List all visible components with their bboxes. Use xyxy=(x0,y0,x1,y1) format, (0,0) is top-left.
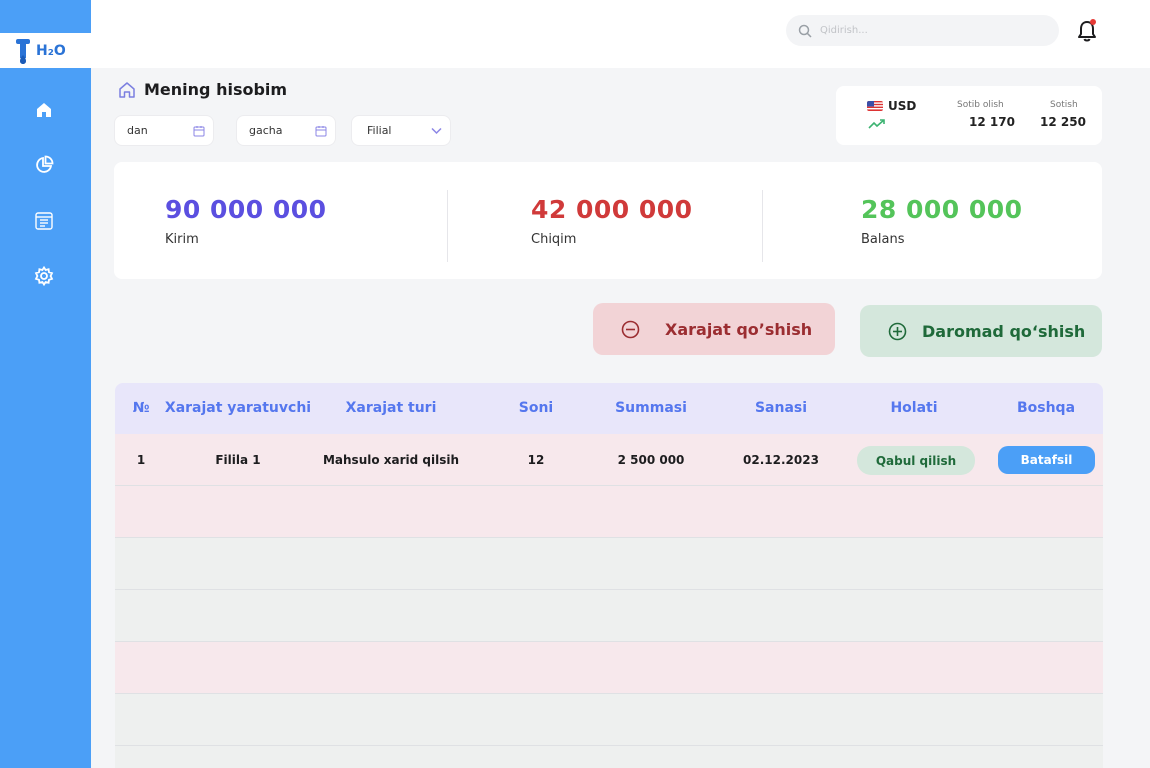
add-income-button[interactable]: Daromad qo‘shish xyxy=(860,305,1102,357)
column-header[interactable]: Xarajat yaratuvchi xyxy=(165,400,311,416)
row-creator: Filila 1 xyxy=(215,453,261,467)
currency-rate-card: USD Sotib olish 12 170 Sotish 12 250 xyxy=(836,86,1102,145)
table-row-empty xyxy=(115,694,1103,746)
divider xyxy=(447,190,448,262)
page-title-text: Mening hisobim xyxy=(144,80,288,99)
sidebar: H₂O xyxy=(0,0,91,768)
income-label: Kirim xyxy=(165,232,199,247)
expense-label: Chiqim xyxy=(531,232,577,247)
buy-rate-label: Sotib olish xyxy=(957,100,1004,110)
expenses-table: № Xarajat yaratuvchi Xarajat turi Soni S… xyxy=(115,383,1103,768)
column-header[interactable]: Summasi xyxy=(615,400,687,416)
row-date: 02.12.2023 xyxy=(743,453,819,467)
search-box[interactable] xyxy=(786,15,1059,46)
plus-circle-icon xyxy=(888,322,907,340)
column-header[interactable]: Boshqa xyxy=(1017,400,1075,416)
column-header[interactable]: Soni xyxy=(519,400,553,416)
search-icon xyxy=(798,24,812,38)
settings-icon[interactable] xyxy=(33,265,55,287)
home-icon[interactable] xyxy=(33,99,55,121)
status-badge[interactable]: Qabul qilish xyxy=(857,446,975,475)
trend-up-icon xyxy=(868,119,885,129)
minus-circle-icon xyxy=(621,320,640,338)
table-row[interactable]: 1 Filila 1 Mahsulo xarid qilsih 12 2 500… xyxy=(115,434,1103,486)
row-type: Mahsulo xarid qilsih xyxy=(322,453,460,467)
search-input[interactable] xyxy=(820,25,1040,36)
income-value: 90 000 000 xyxy=(165,195,327,224)
calendar-icon xyxy=(193,126,205,137)
branch-select[interactable]: Filial xyxy=(351,115,451,146)
details-button[interactable]: Batafsil xyxy=(998,446,1095,474)
table-row-empty xyxy=(115,590,1103,642)
sell-rate-label: Sotish xyxy=(1050,100,1078,110)
date-from-label: dan xyxy=(127,124,148,137)
add-expense-button[interactable]: Xarajat qo’shish xyxy=(593,303,835,355)
date-to-picker[interactable]: gacha xyxy=(236,115,336,146)
table-row-empty xyxy=(115,486,1103,538)
report-icon[interactable] xyxy=(33,210,55,232)
sell-rate-value: 12 250 xyxy=(1040,115,1086,129)
table-row-empty xyxy=(115,746,1103,768)
row-count: 12 xyxy=(527,453,545,467)
table-row-empty xyxy=(115,538,1103,590)
expense-value: 42 000 000 xyxy=(531,195,693,224)
add-income-label: Daromad qo‘shish xyxy=(922,321,1086,341)
bell-icon[interactable] xyxy=(1074,18,1100,44)
row-number: 1 xyxy=(136,453,146,467)
pie-chart-icon[interactable] xyxy=(33,154,55,176)
home-outline-icon xyxy=(119,81,135,98)
top-bar xyxy=(91,0,1150,68)
calendar-icon xyxy=(315,126,327,137)
water-drop-logo-icon xyxy=(16,38,30,64)
column-header[interactable]: Sanasi xyxy=(755,400,807,416)
column-header[interactable]: № xyxy=(133,400,150,416)
logo-text: H₂O xyxy=(36,42,66,59)
add-expense-label: Xarajat qo’shish xyxy=(665,319,813,339)
row-amount: 2 500 000 xyxy=(617,453,685,467)
column-header[interactable]: Holati xyxy=(890,400,937,416)
table-header: № Xarajat yaratuvchi Xarajat turi Soni S… xyxy=(115,383,1103,434)
column-header[interactable]: Xarajat turi xyxy=(346,400,437,416)
branch-select-label: Filial xyxy=(367,124,392,137)
page-title: Mening hisobim xyxy=(118,80,287,99)
date-to-label: gacha xyxy=(249,124,283,137)
currency-code: USD xyxy=(888,99,917,113)
divider xyxy=(762,190,763,262)
buy-rate-value: 12 170 xyxy=(969,115,1015,129)
balance-label: Balans xyxy=(861,232,905,247)
date-from-picker[interactable]: dan xyxy=(114,115,214,146)
chevron-down-icon xyxy=(431,127,442,135)
balance-value: 28 000 000 xyxy=(861,195,1023,224)
table-row-empty xyxy=(115,642,1103,694)
summary-card: 90 000 000 Kirim 42 000 000 Chiqim 28 00… xyxy=(114,162,1102,279)
logo[interactable]: H₂O xyxy=(0,33,91,68)
us-flag-icon xyxy=(867,101,883,111)
